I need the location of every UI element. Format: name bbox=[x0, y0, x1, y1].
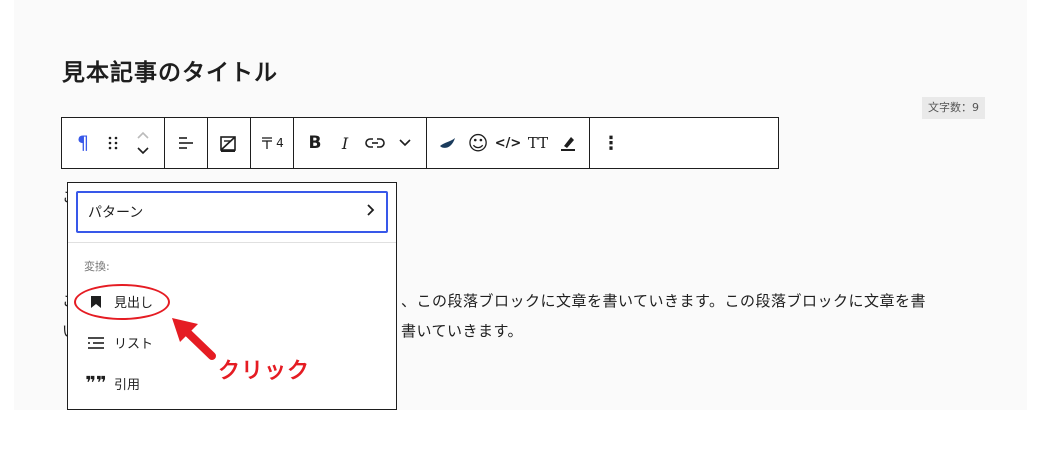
annotation-arrow-icon bbox=[172, 318, 216, 360]
annotation-click-label: クリック bbox=[218, 359, 311, 384]
